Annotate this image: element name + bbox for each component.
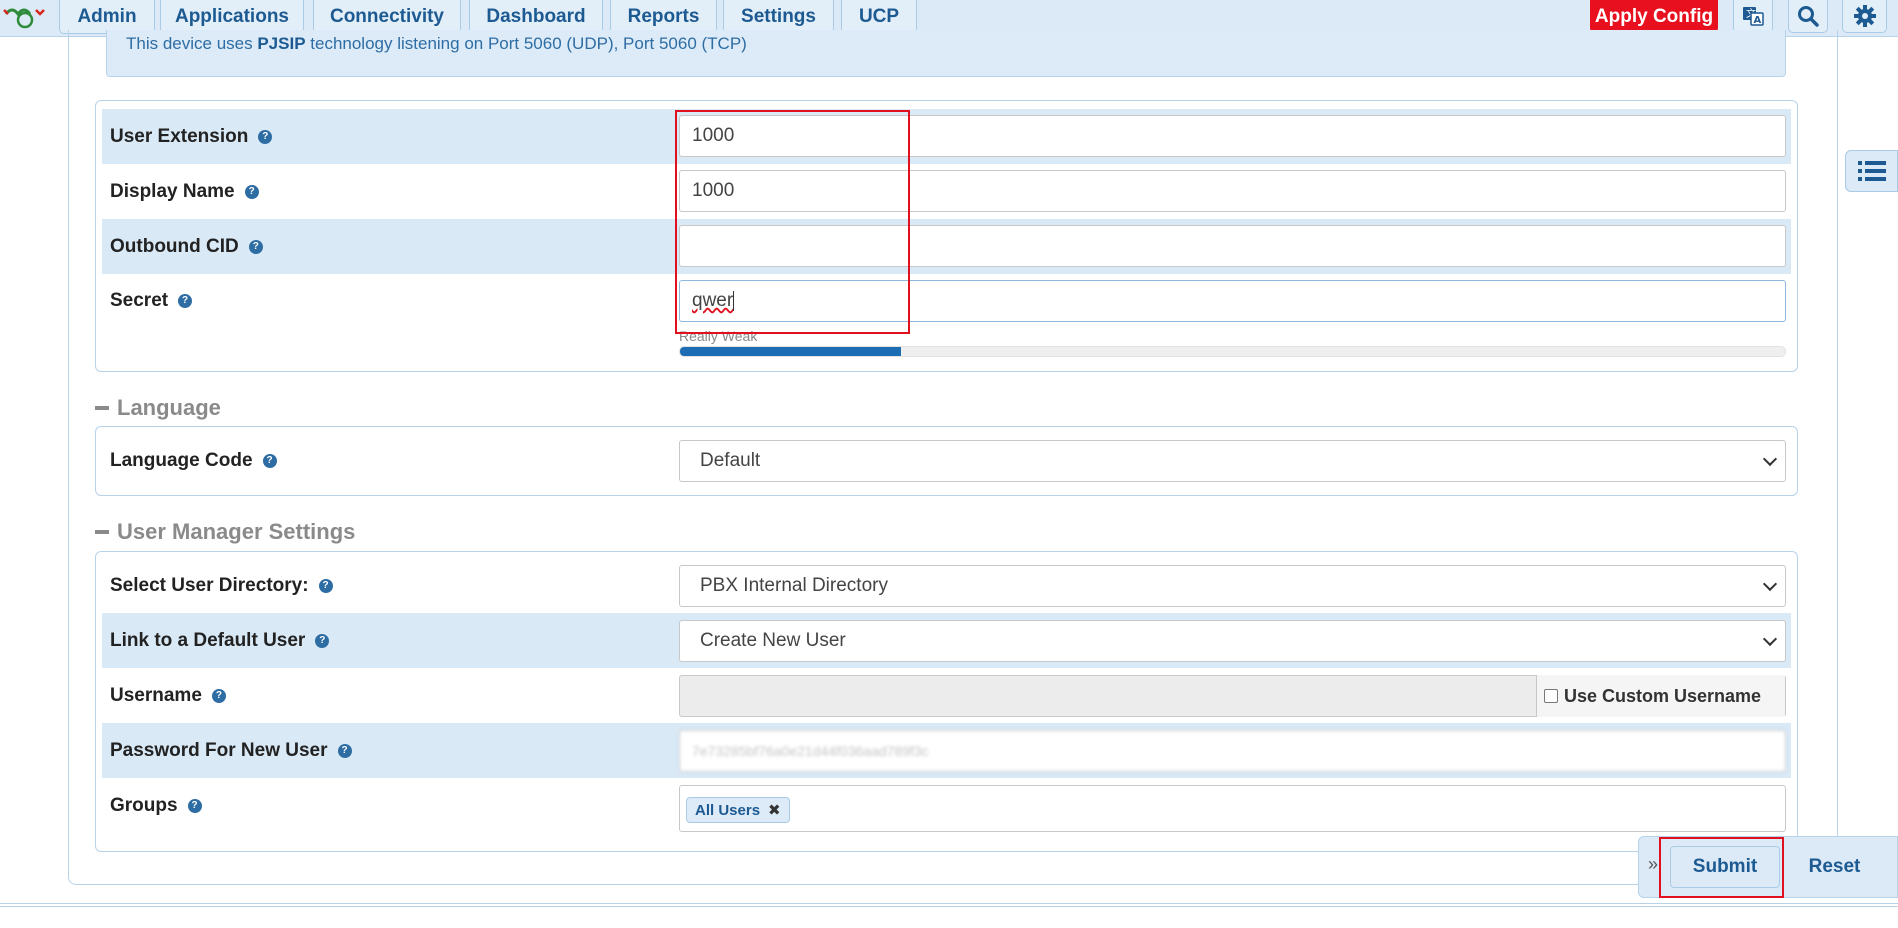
custom-username-checkbox[interactable] bbox=[1544, 689, 1558, 703]
chevron-down-icon bbox=[1762, 451, 1778, 467]
nav-connectivity[interactable]: Connectivity bbox=[313, 0, 461, 34]
language-code-select[interactable]: Default bbox=[679, 440, 1786, 482]
user-extension-label: User Extension? bbox=[110, 109, 273, 164]
password-strength-fill bbox=[680, 347, 901, 356]
list-icon[interactable] bbox=[1845, 150, 1898, 192]
username-label: Username? bbox=[110, 668, 226, 723]
svg-text:A: A bbox=[1754, 15, 1762, 26]
language-code-label: Language Code? bbox=[110, 433, 277, 488]
user-manager-section-title[interactable]: User Manager Settings bbox=[95, 519, 355, 545]
help-icon[interactable]: ? bbox=[211, 688, 226, 703]
search-icon[interactable] bbox=[1788, 0, 1828, 33]
footer-divider bbox=[0, 903, 1898, 907]
password-strength-bar bbox=[679, 346, 1786, 357]
password-label: Password For New User? bbox=[110, 723, 352, 778]
secret-label: Secret? bbox=[110, 280, 193, 322]
display-name-label: Display Name? bbox=[110, 164, 259, 219]
help-icon[interactable]: ? bbox=[315, 633, 330, 648]
info-tech: PJSIP bbox=[257, 34, 306, 53]
remove-tag-icon[interactable]: ✖ bbox=[768, 801, 781, 819]
help-icon[interactable]: ? bbox=[262, 453, 277, 468]
nav-dashboard[interactable]: Dashboard bbox=[469, 0, 603, 34]
help-icon[interactable]: ? bbox=[187, 798, 202, 813]
chevron-down-icon bbox=[1762, 631, 1778, 647]
user-directory-select[interactable]: PBX Internal Directory bbox=[679, 565, 1786, 607]
device-info-box: This device uses PJSIP technology listen… bbox=[106, 30, 1786, 77]
collapse-actions-icon[interactable]: » bbox=[1648, 854, 1658, 875]
help-icon[interactable]: ? bbox=[248, 239, 263, 254]
nav-admin[interactable]: Admin bbox=[59, 0, 155, 34]
help-icon[interactable]: ? bbox=[244, 184, 259, 199]
logo[interactable] bbox=[2, 2, 48, 32]
nav-reports[interactable]: Reports bbox=[610, 0, 717, 34]
nav-applications[interactable]: Applications bbox=[160, 0, 304, 34]
language-section-title[interactable]: Language bbox=[95, 395, 221, 421]
apply-config-button[interactable]: Apply Config bbox=[1590, 0, 1718, 33]
highlight-box bbox=[675, 110, 910, 334]
nav-ucp[interactable]: UCP bbox=[841, 0, 917, 34]
chevron-down-icon bbox=[1762, 576, 1778, 592]
use-custom-username-toggle[interactable]: Use Custom Username bbox=[1536, 675, 1785, 717]
info-prefix: This device uses bbox=[126, 34, 258, 53]
collapse-icon bbox=[95, 406, 109, 410]
help-icon[interactable]: ? bbox=[178, 294, 193, 308]
groups-label: Groups? bbox=[110, 778, 202, 833]
group-tag: All Users ✖ bbox=[686, 797, 790, 823]
reset-button[interactable]: Reset bbox=[1786, 846, 1883, 888]
default-user-label: Link to a Default User? bbox=[110, 613, 330, 668]
translate-icon[interactable]: 文 A bbox=[1733, 0, 1773, 33]
help-icon[interactable]: ? bbox=[258, 129, 273, 144]
password-input[interactable]: 7e73285bf76a0e21d44f036aad789f3c bbox=[679, 730, 1786, 772]
gear-icon[interactable] bbox=[1842, 0, 1887, 33]
submit-highlight-box bbox=[1659, 837, 1784, 898]
collapse-icon bbox=[95, 530, 109, 534]
help-icon[interactable]: ? bbox=[337, 743, 352, 758]
info-suffix: technology listening on Port 5060 (UDP),… bbox=[305, 34, 747, 53]
default-user-select[interactable]: Create New User bbox=[679, 620, 1786, 662]
help-icon[interactable]: ? bbox=[318, 578, 333, 593]
user-directory-label: Select User Directory:? bbox=[110, 558, 333, 613]
groups-input[interactable] bbox=[679, 785, 1786, 832]
nav-settings[interactable]: Settings bbox=[723, 0, 834, 34]
outbound-cid-label: Outbound CID? bbox=[110, 219, 263, 274]
